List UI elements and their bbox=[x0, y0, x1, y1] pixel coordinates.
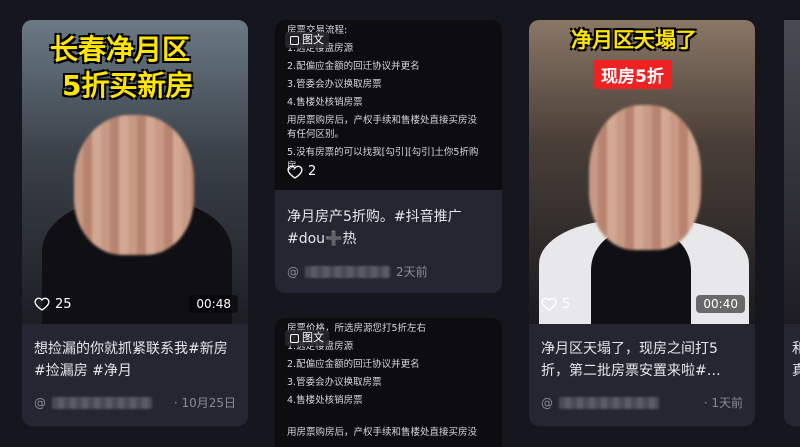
author-name-blurred[interactable] bbox=[559, 396, 659, 409]
like-count-value: 25 bbox=[55, 296, 72, 312]
image-post-badge: 图文 bbox=[285, 32, 329, 48]
heart-icon bbox=[541, 297, 557, 311]
note-line: 用房票购房后，产权手续和售楼处直接买房没 bbox=[287, 115, 478, 126]
image-post-card[interactable]: 房票价格，所选房源您打5折左右 1.选定楼盘房源 2.配偏应金额的回迁协议并更名… bbox=[275, 318, 502, 447]
next-video-card-partial[interactable]: 和 真 bbox=[784, 20, 800, 426]
image-icon bbox=[290, 35, 299, 45]
note-line: 2.配偏应金额的回迁协议并更名 bbox=[287, 61, 420, 72]
note-line: 4.售楼处核销房票 bbox=[287, 97, 363, 108]
edge-desc-line: 真 bbox=[792, 363, 800, 379]
post-meta: @ 2天前 bbox=[287, 263, 490, 280]
note-line: 4.售楼处核销房票 bbox=[287, 395, 363, 406]
author-name-blurred[interactable] bbox=[305, 265, 390, 278]
note-line: 房 bbox=[287, 161, 297, 172]
author-at: @ bbox=[287, 264, 299, 279]
video-description[interactable]: 净月区天塌了，现房之间打5折，第二批房票安置来啦#… bbox=[541, 338, 743, 382]
video-card[interactable]: 净月区天塌了 现房5折 5 00:40 净月区天塌了，现房之间打5折，第二批房票… bbox=[529, 20, 755, 426]
video-thumbnail[interactable]: 净月区天塌了 现房5折 5 00:40 bbox=[529, 20, 755, 324]
video-duration: 00:40 bbox=[696, 295, 745, 313]
note-line: 5.没有房票的可以找我[勾引][勾引]土你5折购 bbox=[287, 147, 479, 158]
image-post-card[interactable]: 房票交易流程: 1.选定楼盘房源 2.配偏应金额的回迁协议并更名 3.管委会办议… bbox=[275, 20, 502, 293]
badge-label: 图文 bbox=[302, 331, 324, 344]
post-description[interactable]: 净月房产5折购。#抖音推广 #dou➕热 bbox=[287, 206, 490, 250]
author-at: @ bbox=[541, 395, 553, 410]
blurred-face bbox=[589, 105, 701, 250]
author-name-blurred[interactable] bbox=[52, 396, 152, 409]
video-card[interactable]: 长春净月区 5折买新房 25 00:48 想捡漏的你就抓紧联系我#新房 #捡漏房… bbox=[22, 20, 248, 426]
heart-icon bbox=[287, 165, 303, 179]
overlay-title-line2: 5折买新房 bbox=[62, 69, 194, 102]
video-duration: 00:48 bbox=[189, 295, 238, 313]
text-note-thumbnail[interactable]: 房票价格，所选房源您打5折左右 1.选定楼盘房源 2.配偏应金额的回迁协议并更名… bbox=[275, 318, 502, 447]
edge-thumbnail bbox=[784, 20, 800, 324]
video-meta: @ · 10月25日 bbox=[34, 394, 236, 411]
video-meta: @ · 1天前 bbox=[541, 394, 743, 411]
video-thumbnail[interactable]: 长春净月区 5折买新房 25 00:48 bbox=[22, 20, 248, 324]
author-at: @ bbox=[34, 395, 46, 410]
like-count[interactable]: 5 bbox=[541, 296, 570, 312]
video-feed: 长春净月区 5折买新房 25 00:48 想捡漏的你就抓紧联系我#新房 #捡漏房… bbox=[0, 0, 800, 447]
note-line: 2.配偏应金额的回迁协议并更名 bbox=[287, 359, 420, 370]
edge-desc-line: 和 bbox=[792, 341, 800, 357]
blurred-face bbox=[74, 115, 194, 255]
note-line: 有任何区别。 bbox=[287, 129, 345, 140]
post-date: · 1天前 bbox=[703, 396, 743, 410]
note-line: 3.管委会办议换取房票 bbox=[287, 377, 382, 388]
image-post-badge: 图文 bbox=[285, 330, 329, 346]
note-line: 3.管委会办议换取房票 bbox=[287, 79, 382, 90]
image-icon bbox=[290, 333, 299, 343]
text-note-thumbnail[interactable]: 房票交易流程: 1.选定楼盘房源 2.配偏应金额的回迁协议并更名 3.管委会办议… bbox=[275, 20, 502, 190]
post-date: 2天前 bbox=[396, 265, 428, 279]
note-line: 用房票购房后，产权手续和售楼处直接买房没 bbox=[287, 427, 478, 438]
overlay-red-label: 现房5折 bbox=[593, 60, 672, 89]
note-line bbox=[287, 412, 490, 426]
badge-label: 图文 bbox=[302, 33, 324, 46]
overlay-title: 净月区天塌了 bbox=[571, 28, 697, 52]
like-count-value: 2 bbox=[308, 164, 317, 179]
heart-icon bbox=[34, 297, 50, 311]
like-count[interactable]: 25 bbox=[34, 296, 72, 312]
post-date: · 10月25日 bbox=[173, 396, 236, 410]
like-count[interactable]: 2 bbox=[287, 164, 316, 180]
overlay-title-line1: 长春净月区 bbox=[50, 33, 191, 66]
like-count-value: 5 bbox=[562, 296, 571, 312]
video-description[interactable]: 想捡漏的你就抓紧联系我#新房 #捡漏房 #净月 bbox=[34, 338, 236, 382]
